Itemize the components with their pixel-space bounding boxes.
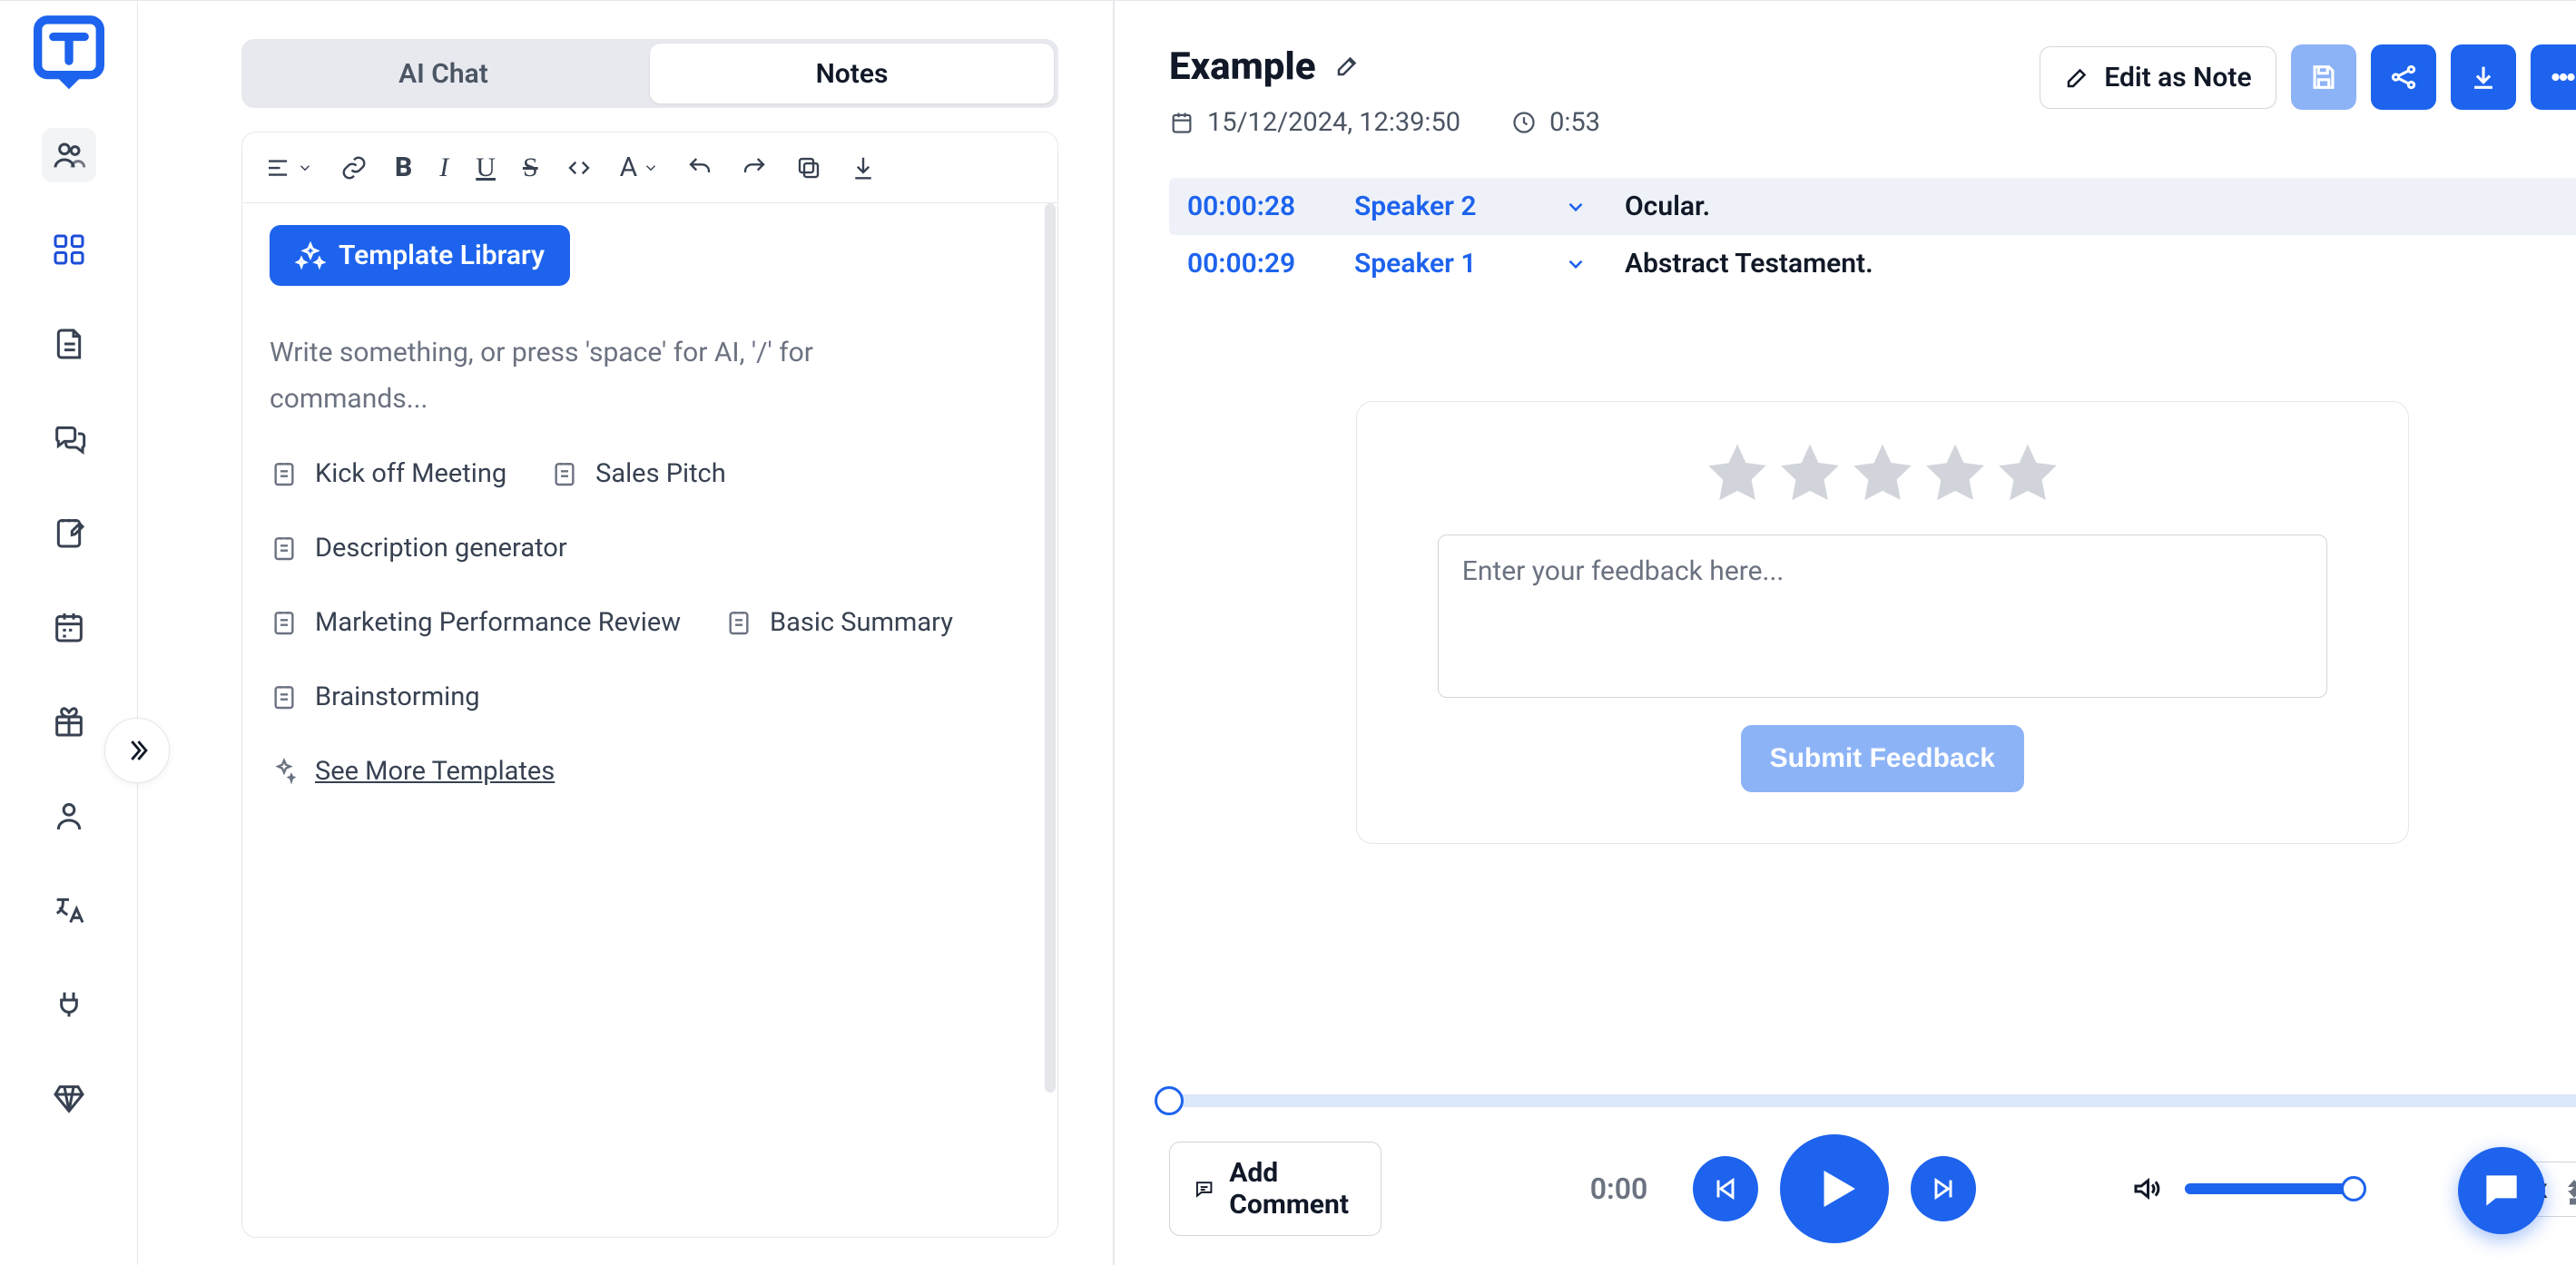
template-item[interactable]: Marketing Performance Review [270, 607, 681, 638]
feedback-textarea[interactable] [1438, 534, 2327, 698]
transcript-time: 00:00:29 [1187, 248, 1332, 279]
sidebar [0, 1, 138, 1265]
document-icon[interactable] [42, 317, 96, 371]
profile-icon[interactable] [42, 789, 96, 843]
star-icon[interactable] [1920, 438, 1991, 509]
transcript-list: 00:00:28 Speaker 2 Ocular. 00:00:29 Spea… [1169, 178, 2576, 292]
progress-slider[interactable] [1169, 1094, 2576, 1107]
template-item[interactable]: Basic Summary [724, 607, 953, 638]
undo-button[interactable] [686, 154, 713, 181]
support-chat-fab[interactable] [2458, 1147, 2545, 1234]
player: Add Comment 0:00 [1169, 1058, 2576, 1243]
editor-scrollbar[interactable] [1045, 203, 1056, 1093]
bold-button[interactable]: B [395, 152, 412, 183]
transcript-row[interactable]: 00:00:28 Speaker 2 Ocular. [1169, 178, 2576, 235]
redo-button[interactable] [741, 154, 768, 181]
template-item[interactable]: Brainstorming [270, 682, 1030, 712]
star-icon[interactable] [1847, 438, 1918, 509]
download-button[interactable] [850, 154, 877, 181]
star-icon[interactable] [1992, 438, 2063, 509]
dashboard-icon[interactable] [42, 222, 96, 277]
template-item[interactable]: Description generator [270, 533, 1030, 564]
volume-thumb[interactable] [2341, 1176, 2366, 1201]
note-duration: 0:53 [1511, 107, 1600, 138]
strike-button[interactable]: S [523, 152, 538, 183]
transcript-pane: Example 15/12/2024, 12:39:50 0:53 [1115, 1, 2576, 1265]
star-icon[interactable] [1775, 438, 1845, 509]
gift-icon[interactable] [42, 694, 96, 749]
share-button[interactable] [2371, 44, 2436, 110]
template-library-label: Template Library [339, 240, 545, 271]
edit-as-note-button[interactable]: Edit as Note [2040, 46, 2276, 109]
volume-icon [2130, 1172, 2163, 1205]
transcript-speaker: Speaker 1 [1354, 248, 1527, 279]
align-dropdown[interactable] [264, 154, 313, 181]
template-item[interactable]: Sales Pitch [550, 458, 726, 489]
notes-pane: AI Chat Notes B I U S [138, 1, 1115, 1265]
volume-slider[interactable] [2185, 1183, 2357, 1194]
note-date: 15/12/2024, 12:39:50 [1169, 107, 1460, 138]
download-note-button[interactable] [2451, 44, 2516, 110]
editor-card: B I U S A [241, 132, 1058, 1238]
template-library-button[interactable]: Template Library [270, 225, 570, 286]
notebook-icon[interactable] [42, 505, 96, 560]
template-list: Kick off Meeting Sales Pitch Description… [270, 458, 1030, 712]
volume-control[interactable] [2130, 1172, 2357, 1205]
see-more-templates-link[interactable]: See More Templates [270, 756, 1030, 787]
feedback-card: Submit Feedback [1356, 401, 2409, 844]
code-button[interactable] [565, 154, 593, 181]
diamond-icon[interactable] [42, 1072, 96, 1126]
app-logo [29, 6, 109, 103]
speaker-dropdown-icon[interactable] [1549, 252, 1603, 276]
italic-button[interactable]: I [439, 152, 448, 183]
plugin-icon[interactable] [42, 977, 96, 1032]
link-button[interactable] [340, 154, 368, 181]
calendar-icon[interactable] [42, 600, 96, 654]
editor-body[interactable]: Template Library Write something, or pre… [242, 203, 1057, 809]
current-time: 0:00 [1590, 1172, 1648, 1206]
transcript-speaker: Speaker 2 [1354, 191, 1527, 222]
team-icon[interactable] [42, 128, 96, 182]
submit-feedback-button[interactable]: Submit Feedback [1741, 725, 2024, 792]
transcript-time: 00:00:28 [1187, 191, 1332, 222]
rating-stars[interactable] [1702, 438, 2063, 509]
save-button[interactable] [2291, 44, 2356, 110]
template-item[interactable]: Kick off Meeting [270, 458, 506, 489]
play-button[interactable] [1780, 1134, 1889, 1243]
editor-toolbar: B I U S A [242, 132, 1057, 203]
editor-placeholder: Write something, or press 'space' for AI… [270, 329, 905, 422]
transcript-row[interactable]: 00:00:29 Speaker 1 Abstract Testament. [1169, 235, 2576, 292]
chat-icon[interactable] [42, 411, 96, 466]
transcript-text: Ocular. [1625, 191, 1710, 222]
tab-switcher: AI Chat Notes [241, 39, 1058, 108]
rename-icon[interactable] [1334, 52, 1362, 83]
copy-button[interactable] [795, 154, 822, 181]
underline-button[interactable]: U [476, 152, 496, 183]
progress-thumb[interactable] [1155, 1086, 1184, 1115]
tab-notes[interactable]: Notes [650, 44, 1054, 103]
speaker-dropdown-icon[interactable] [1549, 195, 1603, 219]
more-options-button[interactable] [2531, 44, 2576, 110]
star-icon[interactable] [1702, 438, 1773, 509]
next-track-button[interactable] [1911, 1156, 1976, 1221]
tab-ai-chat[interactable]: AI Chat [241, 39, 645, 108]
prev-track-button[interactable] [1693, 1156, 1758, 1221]
translate-icon[interactable] [42, 883, 96, 937]
transcript-text: Abstract Testament. [1625, 248, 1873, 279]
text-color-dropdown[interactable]: A [620, 152, 660, 183]
note-title: Example [1169, 44, 1316, 89]
add-comment-button[interactable]: Add Comment [1169, 1142, 1381, 1236]
